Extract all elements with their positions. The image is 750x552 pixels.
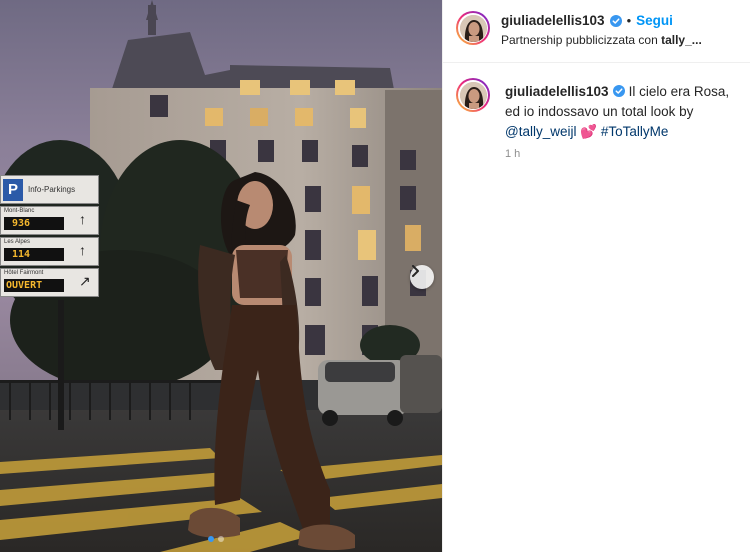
header-user-line: giulia​delellis103 • Segui xyxy=(501,13,673,28)
hashtag-link[interactable]: #ToTallyMe xyxy=(601,124,669,139)
arrow-up-icon: ↑ xyxy=(79,211,86,227)
mention-link[interactable]: @tally_weijl xyxy=(505,124,576,139)
parking-row-mont-blanc: Mont-Blanc 936 ↑ xyxy=(0,206,99,235)
heart-emoji: 💕 xyxy=(580,124,598,139)
parking-row-les-alpes: Les Alpes 114 ↑ xyxy=(0,237,99,266)
parking-row-value: OUVERT xyxy=(4,279,64,292)
parking-row-fairmont: Hôtel Fairmont OUVERT ↗ xyxy=(0,268,99,297)
parking-sign-title: Info-Parkings xyxy=(28,185,76,194)
instagram-post: P Info-Parkings Mont-Blanc 936 ↑ Les Alp… xyxy=(0,0,750,552)
parking-sign-header: P Info-Parkings xyxy=(0,175,99,204)
partnership-prefix: Partnership pubblicizzata con xyxy=(501,33,662,47)
parking-row-name: Hôtel Fairmont xyxy=(4,270,44,276)
post-media[interactable]: P Info-Parkings Mont-Blanc 936 ↑ Les Alp… xyxy=(0,0,442,552)
follow-button[interactable]: Segui xyxy=(636,13,673,28)
partner-link[interactable]: tally_... xyxy=(661,33,702,47)
chevron-right-icon xyxy=(412,265,419,277)
avatar-photo xyxy=(459,14,487,42)
caption-username[interactable]: giuliadelellis103 xyxy=(505,84,609,99)
arrow-up-right-icon: ↗ xyxy=(79,273,91,289)
avatar-photo xyxy=(459,81,487,109)
caption-avatar[interactable] xyxy=(456,78,490,112)
arrow-up-icon: ↑ xyxy=(79,242,86,258)
author-username[interactable]: giulia​delellis103 xyxy=(501,13,605,28)
parking-p-icon: P xyxy=(3,178,23,201)
verified-badge-icon xyxy=(612,85,625,97)
carousel-next-button[interactable] xyxy=(410,265,434,289)
parking-row-value: 936 xyxy=(4,217,64,230)
carousel-dot-active xyxy=(208,536,214,542)
verified-badge-icon xyxy=(609,14,622,27)
caption-text: giuliadelellis103 Il cielo era Rosa, ed … xyxy=(505,82,745,142)
carousel-indicator xyxy=(208,536,224,542)
post-header: giulia​delellis103 • Segui Partnership p… xyxy=(443,0,750,63)
parking-row-name: Les Alpes xyxy=(4,239,31,245)
parking-row-value: 114 xyxy=(4,248,64,261)
author-avatar[interactable] xyxy=(456,11,490,45)
separator-dot: • xyxy=(626,13,632,28)
post-timestamp[interactable]: 1 h xyxy=(505,148,520,160)
parking-sign: P Info-Parkings Mont-Blanc 936 ↑ Les Alp… xyxy=(0,175,99,297)
partnership-label: Partnership pubblicizzata con tally_... xyxy=(501,33,702,47)
post-sidebar: giulia​delellis103 • Segui Partnership p… xyxy=(443,0,750,552)
carousel-dot xyxy=(218,536,224,542)
parking-row-name: Mont-Blanc xyxy=(4,208,35,214)
